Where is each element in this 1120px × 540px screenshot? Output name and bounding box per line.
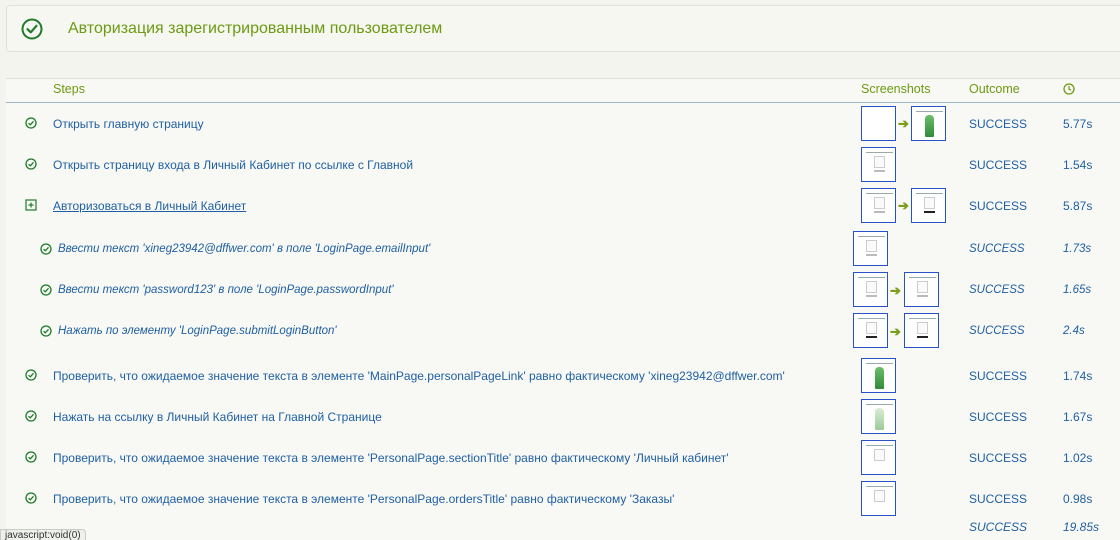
step-duration: 1.74s bbox=[1063, 369, 1093, 383]
plus-square-icon[interactable] bbox=[25, 199, 37, 211]
screenshot-thumbnail[interactable] bbox=[853, 313, 888, 348]
browser-status-bar: javascript:void(0) bbox=[0, 529, 86, 540]
substep-row[interactable]: Ввести текст 'password123' в поле 'Login… bbox=[6, 270, 1120, 311]
step-outcome: SUCCESS bbox=[969, 284, 1025, 296]
step-duration: 5.87s bbox=[1063, 199, 1093, 213]
step-row[interactable]: Проверить, что ожидаемое значение текста… bbox=[6, 478, 1120, 519]
step-label: Проверить, что ожидаемое значение текста… bbox=[53, 369, 785, 383]
screenshot-thumbnail[interactable] bbox=[861, 399, 896, 434]
check-circle-icon bbox=[40, 284, 52, 296]
check-circle-icon bbox=[25, 410, 37, 422]
step-row[interactable]: Открыть главную страницу ➔ SUCCESS 5.77s bbox=[6, 103, 1120, 144]
step-group-link[interactable]: Авторизоваться в Личный Кабинет bbox=[53, 199, 246, 213]
step-outcome: SUCCESS bbox=[969, 158, 1028, 172]
step-outcome: SUCCESS bbox=[969, 325, 1025, 337]
total-outcome: SUCCESS bbox=[969, 520, 1028, 534]
step-outcome: SUCCESS bbox=[969, 410, 1028, 424]
check-circle-icon bbox=[40, 325, 52, 337]
screenshot-thumbnail[interactable] bbox=[853, 231, 888, 266]
check-circle-icon bbox=[21, 18, 43, 40]
substep-row[interactable]: Ввести текст 'xineg23942@dffwer.com' в п… bbox=[6, 229, 1120, 270]
step-duration: 0.98s bbox=[1063, 492, 1093, 506]
step-duration: 1.67s bbox=[1063, 410, 1093, 424]
screenshot-thumbnail[interactable] bbox=[904, 313, 939, 348]
screenshot-thumbnail[interactable] bbox=[904, 272, 939, 307]
step-duration: 2.4s bbox=[1063, 325, 1085, 337]
arrow-right-icon: ➔ bbox=[890, 324, 901, 339]
check-circle-icon bbox=[25, 117, 37, 129]
check-circle-icon bbox=[25, 492, 37, 504]
step-label: Проверить, что ожидаемое значение текста… bbox=[53, 492, 675, 506]
check-circle-icon bbox=[25, 451, 37, 463]
screenshot-thumbnail[interactable] bbox=[861, 481, 896, 516]
step-duration: 5.77s bbox=[1063, 117, 1093, 131]
check-circle-icon bbox=[40, 243, 52, 255]
total-duration: 19.85s bbox=[1063, 520, 1100, 534]
screenshot-thumbnail[interactable] bbox=[861, 440, 896, 475]
screenshot-thumbnail[interactable] bbox=[853, 272, 888, 307]
step-outcome: SUCCESS bbox=[969, 117, 1028, 131]
arrow-right-icon: ➔ bbox=[898, 116, 909, 131]
screenshot-thumbnail[interactable] bbox=[861, 106, 896, 141]
step-row[interactable]: Проверить, что ожидаемое значение текста… bbox=[6, 437, 1120, 478]
substep-label: Нажать по элементу 'LoginPage.submitLogi… bbox=[58, 325, 337, 337]
scenario-title: Авторизация зарегистрированным пользоват… bbox=[68, 20, 443, 37]
screenshot-thumbnail[interactable] bbox=[911, 106, 946, 141]
step-outcome: SUCCESS bbox=[969, 492, 1028, 506]
step-label: Открыть главную страницу bbox=[53, 117, 204, 131]
step-row[interactable]: Проверить, что ожидаемое значение текста… bbox=[6, 355, 1120, 396]
screenshot-thumbnail[interactable] bbox=[861, 188, 896, 223]
step-duration: 1.02s bbox=[1063, 451, 1093, 465]
arrow-right-icon: ➔ bbox=[898, 198, 909, 213]
step-outcome: SUCCESS bbox=[969, 369, 1028, 383]
substep-label: Ввести текст 'password123' в поле 'Login… bbox=[58, 284, 394, 296]
step-outcome: SUCCESS bbox=[969, 199, 1028, 213]
step-label: Нажать на ссылку в Личный Кабинет на Гла… bbox=[53, 410, 382, 424]
scenario-header: Авторизация зарегистрированным пользоват… bbox=[6, 5, 1120, 52]
step-duration: 1.54s bbox=[1063, 158, 1093, 172]
step-row[interactable]: Нажать на ссылку в Личный Кабинет на Гла… bbox=[6, 396, 1120, 437]
step-row-group[interactable]: Авторизоваться в Личный Кабинет ➔ SUCCES… bbox=[6, 185, 1120, 226]
column-steps: Steps bbox=[53, 82, 85, 96]
column-outcome: Outcome bbox=[969, 82, 1020, 96]
substep-row[interactable]: Нажать по элементу 'LoginPage.submitLogi… bbox=[6, 311, 1120, 352]
screenshot-thumbnail[interactable] bbox=[861, 358, 896, 393]
step-row[interactable]: Открыть страницу входа в Личный Кабинет … bbox=[6, 144, 1120, 185]
clock-icon bbox=[1063, 83, 1075, 95]
check-circle-icon bbox=[25, 158, 37, 170]
step-outcome: SUCCESS bbox=[969, 243, 1025, 255]
check-circle-icon bbox=[25, 369, 37, 381]
step-duration: 1.73s bbox=[1063, 243, 1092, 255]
steps-table: Steps Screenshots Outcome Открыть главну… bbox=[6, 78, 1120, 540]
screenshot-thumbnail[interactable] bbox=[861, 147, 896, 182]
column-screenshots: Screenshots bbox=[861, 82, 931, 96]
table-header: Steps Screenshots Outcome bbox=[6, 79, 1120, 103]
step-label: Проверить, что ожидаемое значение текста… bbox=[53, 451, 729, 465]
step-duration: 1.65s bbox=[1063, 284, 1092, 296]
arrow-right-icon: ➔ bbox=[890, 283, 901, 298]
step-label: Открыть страницу входа в Личный Кабинет … bbox=[53, 158, 414, 172]
screenshot-thumbnail[interactable] bbox=[911, 188, 946, 223]
substep-label: Ввести текст 'xineg23942@dffwer.com' в п… bbox=[58, 243, 431, 255]
step-outcome: SUCCESS bbox=[969, 451, 1028, 465]
total-row: SUCCESS 19.85s bbox=[6, 520, 1120, 540]
